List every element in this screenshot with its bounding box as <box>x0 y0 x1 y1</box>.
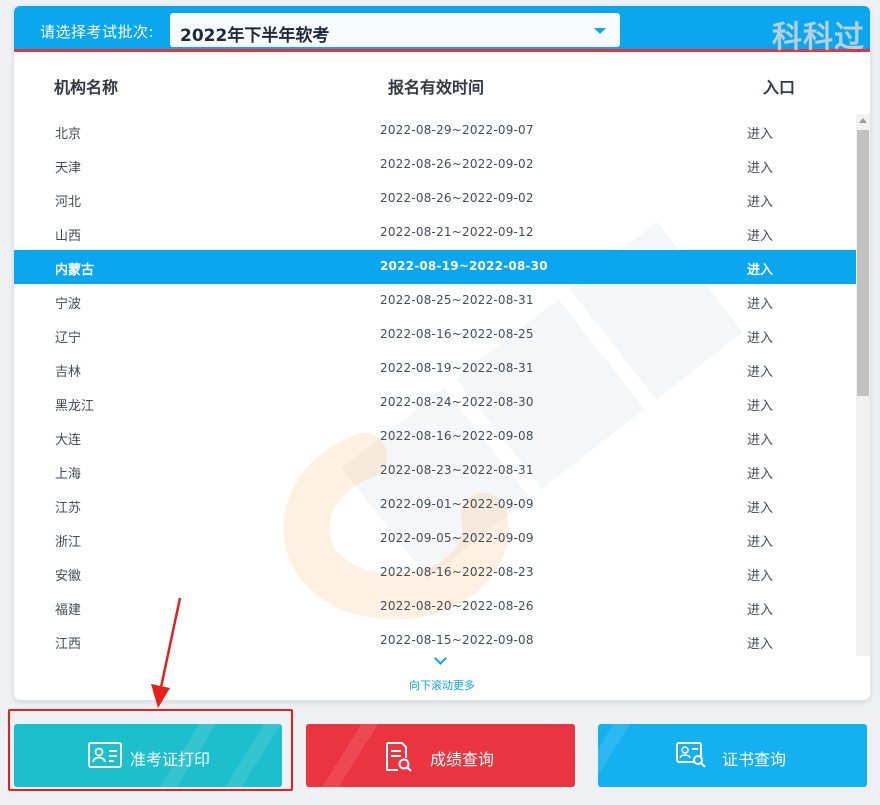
exam-batch-label: 请选择考试批次: <box>40 23 155 41</box>
row-time: 2022-08-26~2022-09-02 <box>380 157 534 171</box>
row-name: 吉林 <box>55 365 82 380</box>
row-name: 安徽 <box>55 569 82 584</box>
row-name: 天津 <box>55 161 82 176</box>
certificate-query-button[interactable]: 证书查询 <box>598 724 867 787</box>
row-time: 2022-08-19~2022-08-31 <box>380 361 534 375</box>
row-time: 2022-09-01~2022-09-09 <box>380 497 534 511</box>
scroll-more-hint[interactable]: 向下滚动更多 <box>374 652 510 692</box>
scroll-more-label: 向下滚动更多 <box>409 679 475 692</box>
row-name: 黑龙江 <box>55 399 95 414</box>
table-row[interactable]: 天津 2022-08-26~2022-09-02 进入 <box>14 148 856 182</box>
row-time: 2022-08-16~2022-08-25 <box>380 327 534 341</box>
row-name: 江苏 <box>55 501 82 516</box>
row-entry-link[interactable]: 进入 <box>747 531 773 550</box>
row-entry-link[interactable]: 进入 <box>747 191 773 210</box>
row-time: 2022-08-20~2022-08-26 <box>380 599 534 613</box>
id-card-icon <box>88 742 122 768</box>
row-time: 2022-08-23~2022-08-31 <box>380 463 534 477</box>
table-row[interactable]: 北京 2022-08-29~2022-09-07 进入 <box>14 114 856 148</box>
table-row[interactable]: 大连 2022-08-16~2022-09-08 进入 <box>14 420 856 454</box>
exam-batch-bar: 请选择考试批次: 2022年下半年软考 科科过 <box>14 6 870 55</box>
row-entry-link[interactable]: 进入 <box>747 225 773 244</box>
row-name: 浙江 <box>55 535 82 550</box>
row-name: 宁波 <box>55 297 82 312</box>
scrollbar-thumb[interactable] <box>857 130 869 396</box>
row-time: 2022-08-26~2022-09-02 <box>380 191 534 205</box>
table-row[interactable]: 黑龙江 2022-08-24~2022-08-30 进入 <box>14 386 856 420</box>
chevron-down-icon <box>594 28 606 34</box>
row-time: 2022-08-25~2022-08-31 <box>380 293 534 307</box>
score-query-button[interactable]: 成绩查询 <box>306 724 575 787</box>
row-entry-link[interactable]: 进入 <box>747 565 773 584</box>
score-query-label: 成绩查询 <box>430 750 495 769</box>
row-entry-link[interactable]: 进入 <box>747 327 773 346</box>
row-time: 2022-08-16~2022-09-08 <box>380 429 534 443</box>
row-entry-link[interactable]: 进入 <box>747 293 773 312</box>
table-row[interactable]: 福建 2022-08-20~2022-08-26 进入 <box>14 590 856 624</box>
row-name: 北京 <box>55 127 82 142</box>
exam-batch-value: 2022年下半年软考 <box>180 26 330 46</box>
row-entry-link[interactable]: 进入 <box>747 157 773 176</box>
admit-card-print-button[interactable]: 准考证打印 <box>14 724 282 787</box>
row-name: 上海 <box>55 467 82 482</box>
row-time: 2022-08-16~2022-08-23 <box>380 565 534 579</box>
certificate-query-label: 证书查询 <box>722 750 787 769</box>
row-entry-link[interactable]: 进入 <box>747 429 773 448</box>
table-row[interactable]: 吉林 2022-08-19~2022-08-31 进入 <box>14 352 856 386</box>
table-row[interactable]: 江苏 2022-09-01~2022-09-09 进入 <box>14 488 856 522</box>
table-row[interactable]: 浙江 2022-09-05~2022-09-09 进入 <box>14 522 856 556</box>
row-time: 2022-08-24~2022-08-30 <box>380 395 534 409</box>
header-entry: 入口 <box>763 78 796 97</box>
certificate-search-icon <box>676 742 706 768</box>
row-name: 辽宁 <box>55 331 82 346</box>
table-row[interactable]: 宁波 2022-08-25~2022-08-31 进入 <box>14 284 856 318</box>
admit-card-print-label: 准考证打印 <box>130 750 211 769</box>
table-row[interactable]: 上海 2022-08-23~2022-08-31 进入 <box>14 454 856 488</box>
row-entry-link[interactable]: 进入 <box>747 395 773 414</box>
institution-list[interactable]: 北京 2022-08-29~2022-09-07 进入 天津 2022-08-2… <box>14 114 856 658</box>
document-search-icon <box>386 742 412 772</box>
row-entry-link[interactable]: 进入 <box>747 123 773 142</box>
row-entry-link[interactable]: 进入 <box>747 259 773 278</box>
header-time: 报名有效时间 <box>388 78 485 97</box>
row-time: 2022-08-19~2022-08-30 <box>380 259 548 273</box>
header-name: 机构名称 <box>54 78 119 97</box>
row-time: 2022-08-29~2022-09-07 <box>380 123 534 137</box>
row-name: 山西 <box>55 229 82 244</box>
table-row[interactable]: 安徽 2022-08-16~2022-08-23 进入 <box>14 556 856 590</box>
brand-watermark-text: 科科过 <box>772 20 865 55</box>
row-name: 福建 <box>55 603 82 618</box>
row-entry-link[interactable]: 进入 <box>747 599 773 618</box>
row-name: 河北 <box>55 195 82 210</box>
vertical-scrollbar[interactable] <box>856 114 870 656</box>
table-row[interactable]: 辽宁 2022-08-16~2022-08-25 进入 <box>14 318 856 352</box>
exam-batch-select[interactable]: 2022年下半年软考 <box>170 13 620 47</box>
row-time: 2022-08-21~2022-09-12 <box>380 225 534 239</box>
table-row-selected[interactable]: 内蒙古 2022-08-19~2022-08-30 进入 <box>14 250 856 284</box>
row-entry-link[interactable]: 进入 <box>747 463 773 482</box>
chevron-down-icon <box>434 652 447 665</box>
scroll-up-arrow-icon[interactable] <box>859 118 867 123</box>
row-name: 大连 <box>55 433 82 448</box>
row-name: 江西 <box>55 637 82 652</box>
row-time: 2022-08-15~2022-09-08 <box>380 633 534 647</box>
exam-panel: 请选择考试批次: 2022年下半年软考 科科过 机构名称 报名有效时间 入口 北… <box>14 6 870 700</box>
row-entry-link[interactable]: 进入 <box>747 497 773 516</box>
row-time: 2022-09-05~2022-09-09 <box>380 531 534 545</box>
row-entry-link[interactable]: 进入 <box>747 633 773 652</box>
table-row[interactable]: 山西 2022-08-21~2022-09-12 进入 <box>14 216 856 250</box>
table-header: 机构名称 报名有效时间 入口 <box>14 74 870 100</box>
table-row[interactable]: 河北 2022-08-26~2022-09-02 进入 <box>14 182 856 216</box>
row-name: 内蒙古 <box>55 263 95 278</box>
row-entry-link[interactable]: 进入 <box>747 361 773 380</box>
